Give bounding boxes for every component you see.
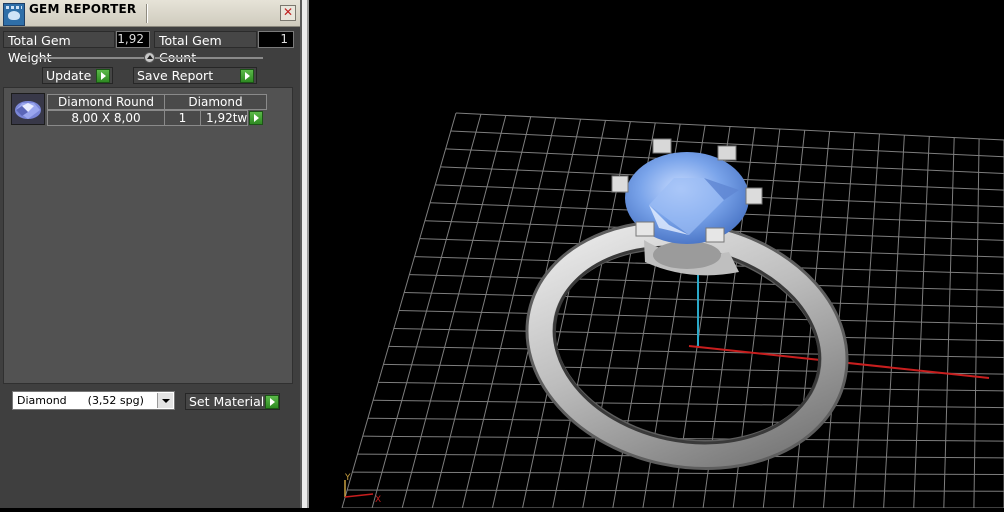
gem-thumbnail[interactable] <box>11 93 45 125</box>
total-gem-weight-label: Total Gem Weight <box>3 31 115 65</box>
set-material-button-label: Set Material <box>189 394 265 409</box>
window-title: GEM REPORTER <box>29 2 137 16</box>
material-dropdown[interactable]: Diamond (3,52 spg) <box>12 391 175 410</box>
panel-divider[interactable] <box>300 0 309 508</box>
total-gem-count-label: Total Gem Count <box>154 31 257 65</box>
axis-x-label: X <box>375 495 381 505</box>
gem-material-cell: Diamond <box>164 94 267 110</box>
gem-count-cell: 1 <box>164 110 201 126</box>
round-diamond-icon <box>15 101 41 119</box>
gem-reporter-icon <box>3 3 25 26</box>
save-report-button[interactable]: Save Report <box>133 67 257 84</box>
close-button[interactable]: ✕ <box>280 5 296 21</box>
total-gem-weight-value: 1,92 <box>116 31 150 48</box>
set-material-button[interactable]: Set Material <box>185 393 280 410</box>
update-button[interactable]: Update <box>42 67 113 84</box>
chevron-down-icon[interactable] <box>157 393 173 408</box>
play-arrow-icon <box>240 69 254 83</box>
gem-weight-cell: 1,92tw <box>200 110 248 126</box>
gem-size-cell: 8,00 X 8,00 <box>47 110 165 126</box>
grid-line <box>398 310 1004 325</box>
total-gem-count-value: 1 <box>258 31 294 48</box>
title-divider <box>146 4 148 23</box>
title-bar: GEM REPORTER ✕ <box>0 0 300 27</box>
3d-viewport[interactable]: X Y <box>309 0 1004 509</box>
grid-line <box>388 345 1004 358</box>
update-button-label: Update <box>46 68 92 83</box>
gem-shape-cell: Diamond Round <box>47 94 165 110</box>
gem-reporter-panel: GEM REPORTER ✕ Total Gem Weight 1,92 Tot… <box>0 0 300 508</box>
play-arrow-icon <box>96 69 110 83</box>
3d-scene: X Y <box>341 112 1004 509</box>
play-arrow-icon <box>265 395 279 409</box>
collapse-toggle-icon[interactable] <box>144 52 155 63</box>
material-dropdown-value: Diamond (3,52 spg) <box>17 394 144 407</box>
gem-list: Diamond Round Diamond 8,00 X 8,00 1 1,92… <box>3 87 293 384</box>
axis-gizmo: X Y <box>344 473 381 505</box>
grid-line <box>347 489 1004 492</box>
ring-model <box>525 219 849 471</box>
axis-y-label: Y <box>344 473 351 483</box>
gem-row-go-button[interactable] <box>249 111 263 125</box>
save-report-button-label: Save Report <box>137 68 214 83</box>
